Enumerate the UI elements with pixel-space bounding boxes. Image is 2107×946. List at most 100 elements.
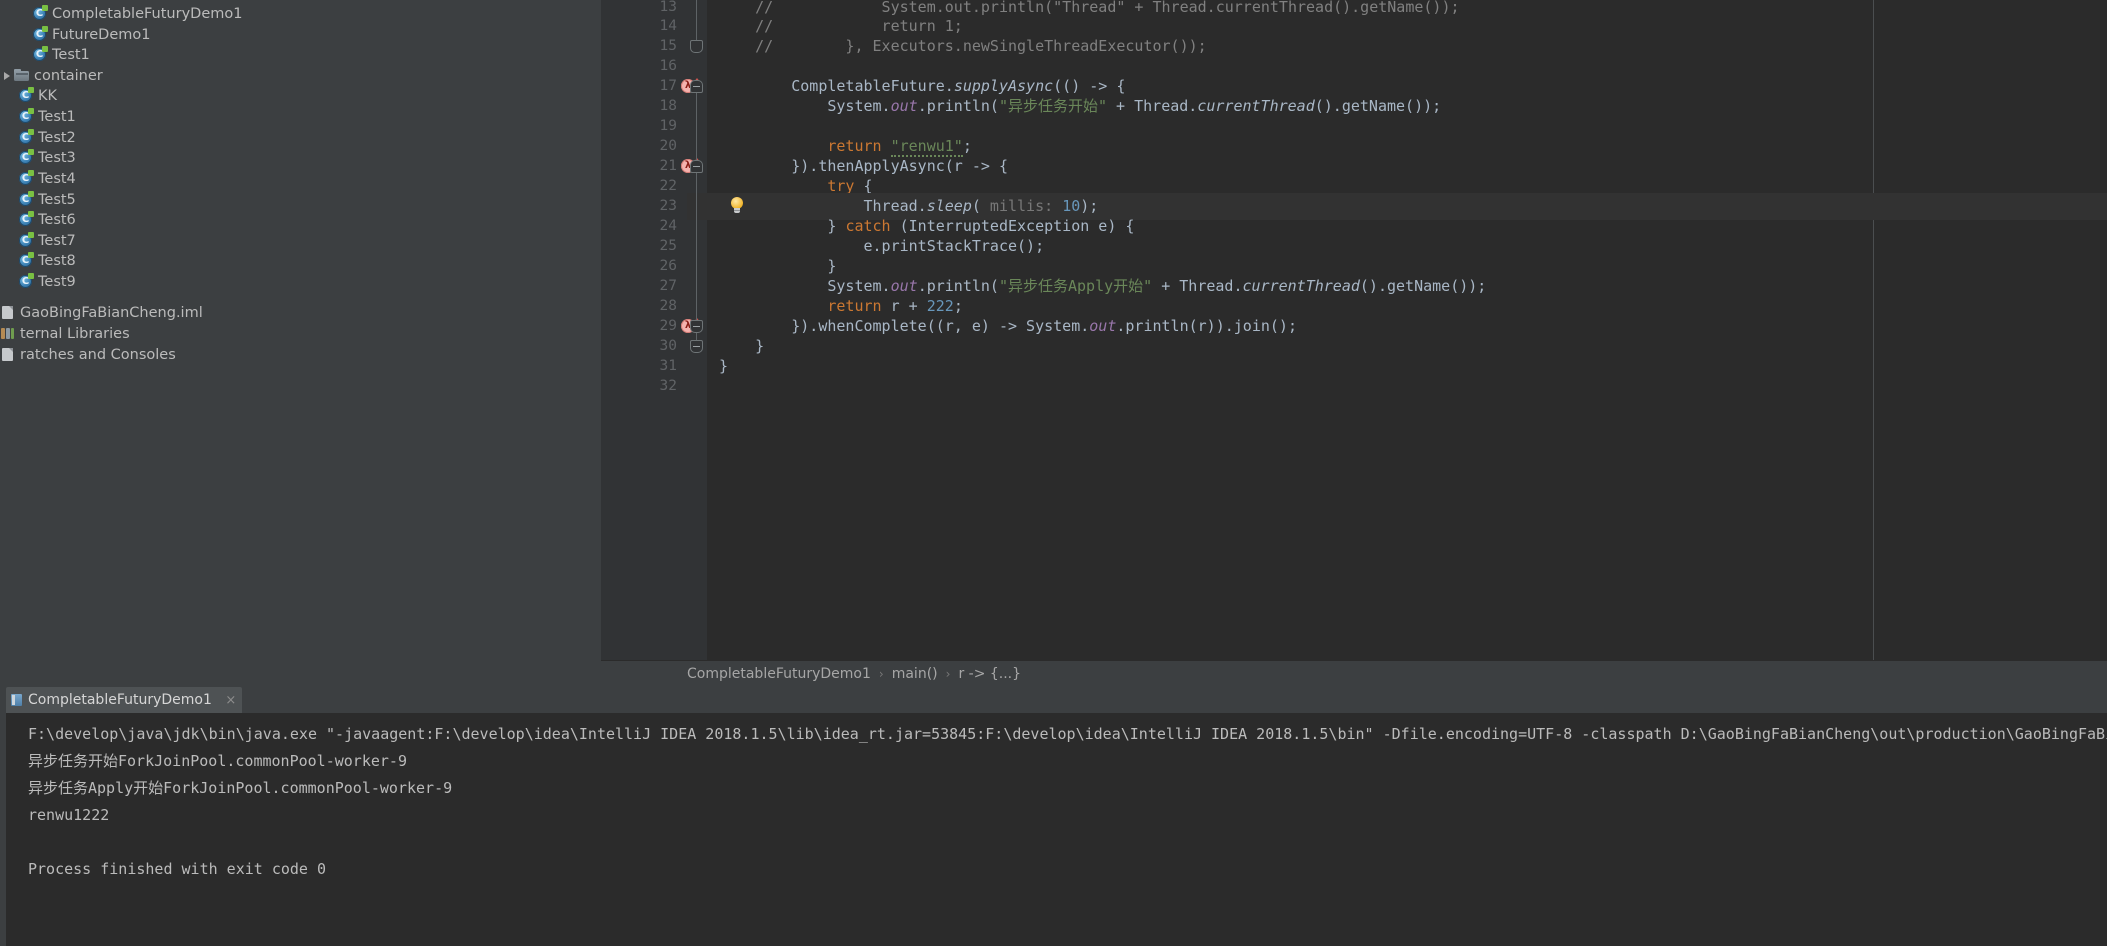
- close-icon[interactable]: ×: [225, 688, 236, 714]
- code-token: ().getName());: [1314, 97, 1442, 115]
- code-line[interactable]: // }, Executors.newSingleThreadExecutor(…: [719, 33, 1207, 60]
- tree-item-label: Test6: [38, 212, 76, 228]
- java-class-icon: C: [32, 46, 48, 62]
- tree-item-test1[interactable]: C Test1: [0, 107, 76, 128]
- tree-item-test6[interactable]: C Test6: [0, 210, 76, 231]
- tree-item-label: CompletableFuturyDemo1: [52, 6, 243, 22]
- tree-item-label: Test9: [38, 274, 76, 290]
- tree-item-test9[interactable]: C Test9: [0, 272, 76, 293]
- code-token: System.: [719, 97, 891, 115]
- code-line[interactable]: }: [719, 353, 728, 380]
- tree-item-label: Test5: [38, 192, 76, 208]
- breadcrumb-separator-icon: ›: [945, 667, 951, 681]
- tree-item-label: container: [34, 68, 103, 84]
- library-icon: [0, 326, 15, 341]
- tree-item-test2[interactable]: C Test2: [0, 128, 76, 149]
- code-token: "异步任务开始": [998, 97, 1108, 115]
- tree-item-label: GaoBingFaBianCheng.iml: [20, 305, 203, 321]
- breadcrumb-separator-icon: ›: [878, 667, 884, 681]
- console-output[interactable]: F:\develop\java\jdk\bin\java.exe "-javaa…: [6, 713, 2107, 946]
- breadcrumb-item[interactable]: CompletableFuturyDemo1: [687, 661, 871, 688]
- project-tree-panel[interactable]: C CompletableFuturyDemo1 C FutureDemo1 C Test…: [0, 0, 601, 680]
- intellij-idea-window: C CompletableFuturyDemo1 C FutureDemo1 C Test…: [0, 0, 2107, 946]
- java-class-icon: C: [18, 191, 34, 207]
- tree-item-label: FutureDemo1: [52, 27, 151, 43]
- java-class-icon: C: [32, 26, 48, 42]
- fold-toggle-icon[interactable]: [690, 80, 703, 93]
- tree-item-label: Test3: [38, 150, 76, 166]
- console-line: 异步任务开始ForkJoinPool.commonPool-worker-9: [28, 752, 407, 770]
- java-class-icon: C: [18, 232, 34, 248]
- tree-item-completablefuturydemo1[interactable]: C CompletableFuturyDemo1: [0, 4, 242, 25]
- tree-item-gaobingfabiancheng-iml[interactable]: GaoBingFaBianCheng.iml: [0, 303, 203, 324]
- tree-item-label: ternal Libraries: [20, 326, 130, 342]
- console-tab[interactable]: CompletableFuturyDemo1 ×: [6, 687, 243, 714]
- java-class-icon: C: [18, 108, 34, 124]
- breadcrumb-item[interactable]: r -> {...}: [958, 661, 1021, 688]
- code-token: .println(: [917, 97, 999, 115]
- code-token: + Thread.: [1107, 97, 1198, 115]
- code-token: ().getName());: [1359, 277, 1487, 295]
- fold-toggle-icon[interactable]: [690, 320, 703, 333]
- java-class-icon: C: [18, 273, 34, 289]
- tree-item-label: Test7: [38, 233, 76, 249]
- console-line: Process finished with exit code 0: [28, 860, 327, 878]
- fold-region-line: [696, 153, 697, 160]
- code-token: }).whenComplete((r, e) -> System.: [719, 317, 1090, 335]
- code-token: currentThread: [1197, 97, 1315, 115]
- console-tab-bar[interactable]: CompletableFuturyDemo1 ×: [0, 687, 2107, 713]
- tree-item-ratches-and-consoles[interactable]: ratches and Consoles: [0, 345, 176, 366]
- code-token: out: [1089, 317, 1117, 335]
- tree-item-test7[interactable]: C Test7: [0, 231, 76, 252]
- code-token: "异步任务Apply开始": [998, 277, 1153, 295]
- tree-item-label: Test4: [38, 171, 76, 187]
- java-class-icon: C: [18, 252, 34, 268]
- tree-item-label: Test8: [38, 253, 76, 269]
- run-tool-window[interactable]: CompletableFuturyDemo1 × F:\develop\java…: [0, 687, 2107, 946]
- code-token: out: [890, 97, 918, 115]
- fold-toggle-icon[interactable]: [690, 340, 703, 353]
- expand-arrow-icon[interactable]: [4, 72, 10, 80]
- breadcrumb[interactable]: CompletableFuturyDemo1 › main() › r -> {...}: [601, 660, 2107, 688]
- tree-item-test4[interactable]: C Test4: [0, 169, 76, 190]
- fold-toggle-icon[interactable]: [690, 160, 703, 173]
- fold-region-line: [696, 313, 697, 320]
- java-class-icon: C: [18, 170, 34, 186]
- code-line[interactable]: }).whenComplete((r, e) -> System.out.pri…: [719, 313, 1297, 340]
- code-line[interactable]: System.out.println("异步任务开始" + Thread.cur…: [719, 93, 1441, 120]
- code-token: currentThread: [1242, 277, 1360, 295]
- java-class-icon: C: [18, 129, 34, 145]
- tree-item-test8[interactable]: C Test8: [0, 251, 76, 272]
- tree-item-label: Test1: [38, 109, 76, 125]
- console-line: F:\develop\java\jdk\bin\java.exe "-javaa…: [28, 725, 2107, 743]
- tree-item-test3[interactable]: C Test3: [0, 148, 76, 169]
- tree-item-label: Test1: [52, 47, 90, 63]
- tree-item-label: KK: [38, 88, 58, 104]
- tree-item-futuredemo1[interactable]: C FutureDemo1: [0, 25, 150, 46]
- tree-item-test1[interactable]: C Test1: [0, 45, 90, 66]
- code-token: + Thread.: [1152, 277, 1243, 295]
- right-margin-guide: [1873, 0, 1874, 660]
- code-editor[interactable]: 13 // System.out.println("Thread" + Thre…: [601, 0, 2107, 660]
- console-line: 异步任务Apply开始ForkJoinPool.commonPool-worke…: [28, 779, 453, 797]
- tree-item-test5[interactable]: C Test5: [0, 190, 76, 211]
- java-class-icon: C: [32, 5, 48, 21]
- tree-item-kk[interactable]: C KK: [0, 86, 57, 107]
- code-token: .println(r)).join();: [1116, 317, 1297, 335]
- fold-region-line: [696, 13, 697, 40]
- tree-item-label: ratches and Consoles: [20, 347, 176, 363]
- code-token: //: [755, 37, 774, 55]
- tree-item-container[interactable]: container: [0, 66, 103, 87]
- run-config-icon: [11, 694, 22, 706]
- tree-item-ternal-libraries[interactable]: ternal Libraries: [0, 324, 130, 345]
- java-class-icon: C: [18, 211, 34, 227]
- console-line: renwu1222: [28, 806, 110, 824]
- fold-region-line: [696, 333, 697, 340]
- breadcrumb-item[interactable]: main(): [892, 661, 938, 688]
- java-class-icon: C: [18, 87, 34, 103]
- tree-item-label: Test2: [38, 130, 76, 146]
- console-tab-label: CompletableFuturyDemo1: [28, 692, 212, 708]
- comment-fold-icon[interactable]: [690, 40, 703, 53]
- scratch-icon: [0, 347, 15, 362]
